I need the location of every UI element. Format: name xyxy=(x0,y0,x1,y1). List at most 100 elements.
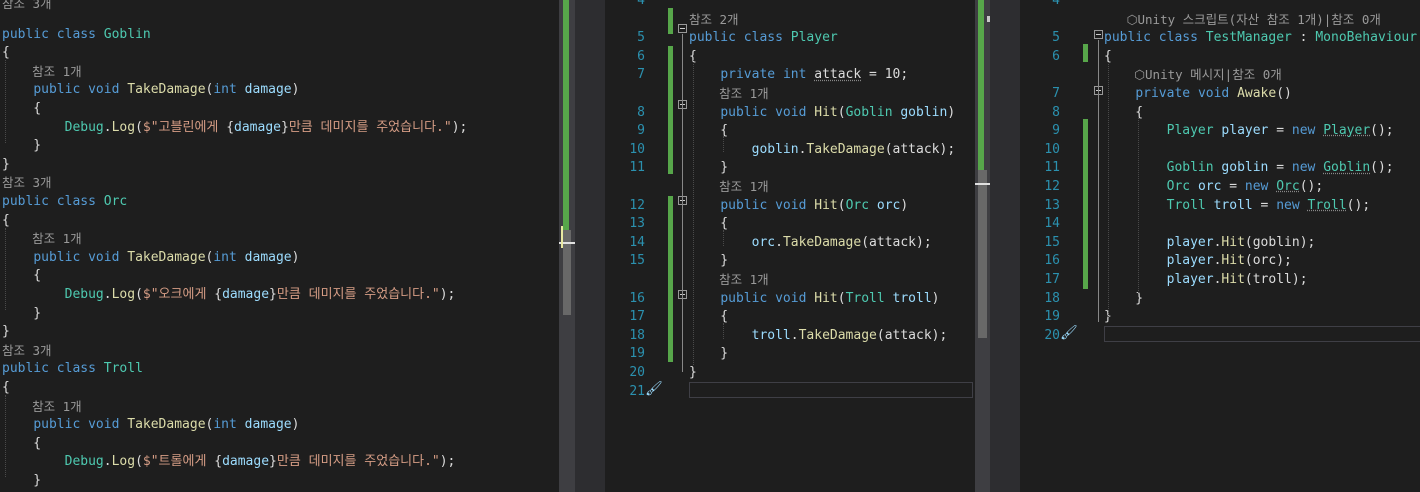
code-line[interactable]: public class Player xyxy=(689,29,838,47)
code-token: Log xyxy=(111,454,136,470)
code-line[interactable]: } xyxy=(689,364,697,382)
pane-splitter[interactable] xyxy=(990,0,1020,492)
code-token: { xyxy=(214,287,223,302)
code-token: 참조 1개 xyxy=(689,179,769,194)
code-token: public xyxy=(720,290,768,306)
code-line[interactable]: } xyxy=(2,323,10,341)
code-token: = xyxy=(1268,123,1292,139)
codelens-reference-count: 참조 1개 xyxy=(2,398,82,416)
code-line[interactable]: { xyxy=(2,267,41,285)
code-token: } xyxy=(2,324,10,340)
collapse-class-toggle[interactable] xyxy=(1094,30,1103,39)
line-number xyxy=(605,271,645,289)
code-token: { xyxy=(2,101,42,116)
code-token: Player xyxy=(790,30,838,46)
code-line[interactable]: player.Hit(orc); xyxy=(1104,252,1292,270)
code-token: (); xyxy=(1299,179,1324,194)
code-token: Hit xyxy=(814,197,838,213)
code-line[interactable]: private void Awake() xyxy=(1104,85,1292,103)
code-line[interactable]: Troll troll = new Troll(); xyxy=(1104,197,1371,215)
code-line[interactable]: } xyxy=(2,305,41,323)
code-line[interactable]: Goblin goblin = new Goblin(); xyxy=(1104,159,1394,177)
code-line[interactable]: public void Hit(Orc orc) xyxy=(689,197,908,215)
code-token: new xyxy=(1244,179,1269,194)
code-token: public xyxy=(689,30,736,46)
code-line[interactable]: Orc orc = new Orc(); xyxy=(1104,178,1324,196)
scrollbar-caret-marker xyxy=(975,183,990,185)
code-line[interactable]: player.Hit(goblin); xyxy=(1104,234,1316,252)
code-token: ( xyxy=(837,104,846,120)
vertical-scrollbar-middle[interactable] xyxy=(975,0,991,492)
vertical-scrollbar-left[interactable] xyxy=(559,0,575,492)
scrollbar-find-marker xyxy=(561,226,563,248)
code-token: TakeDamage xyxy=(127,249,206,265)
code-line[interactable]: { xyxy=(2,435,41,453)
code-line[interactable]: orc.TakeDamage(attack); xyxy=(689,234,932,252)
code-line[interactable]: goblin.TakeDamage(attack); xyxy=(689,141,956,159)
editor-pane-left[interactable]: 참조 3개 public class Goblin{ 참조 1개 public v… xyxy=(0,0,558,492)
line-number: 5 xyxy=(1052,30,1060,46)
line-number xyxy=(1020,66,1060,84)
code-token: { xyxy=(2,380,10,395)
code-line[interactable]: player.Hit(troll); xyxy=(1104,271,1308,289)
code-token: goblin xyxy=(900,104,948,120)
code-line[interactable]: public class Troll xyxy=(2,360,143,378)
code-line[interactable]: } xyxy=(689,345,728,363)
code-token: public xyxy=(33,249,81,265)
screwdriver-brush-icon[interactable]: 🖌 xyxy=(1060,325,1078,341)
code-line[interactable]: } xyxy=(2,137,41,155)
codelens-reference-count: 참조 1개 xyxy=(2,230,82,248)
scrollbar-thumb[interactable] xyxy=(978,170,987,338)
editor-pane-right[interactable]: 4 ⬡Unity 스크립트(자산 참조 1개)|참조 0개 5 public cla… xyxy=(1020,0,1420,492)
line-number: 11 xyxy=(629,160,645,176)
code-token: attack xyxy=(814,67,862,83)
code-line[interactable]: Player player = new Player(); xyxy=(1104,122,1394,140)
code-token: = xyxy=(1268,160,1292,176)
code-token: { xyxy=(2,45,10,61)
code-line[interactable]: public void Hit(Troll troll) xyxy=(689,290,939,308)
code-token: Goblin xyxy=(1323,160,1371,176)
code-token: ); xyxy=(451,119,468,135)
code-line[interactable]: troll.TakeDamage(attack); xyxy=(689,327,948,345)
code-token: damage xyxy=(222,454,270,470)
code-line[interactable]: public class Orc xyxy=(2,193,127,211)
code-token: Hit xyxy=(1221,253,1245,269)
code-token: Log xyxy=(111,287,136,302)
code-line[interactable]: public class Goblin xyxy=(2,26,151,44)
code-line[interactable]: public void Hit(Goblin goblin) xyxy=(689,104,955,122)
code-line[interactable]: { xyxy=(2,100,41,118)
code-token: Log xyxy=(111,119,136,135)
code-line[interactable]: Debug.Log($"트롤에게 {damage}만큼 데미지를 주었습니다."… xyxy=(2,453,456,471)
code-token: damage xyxy=(244,249,292,265)
code-token: (attack); xyxy=(861,234,932,250)
code-line[interactable]: public class TestManager : MonoBehaviour xyxy=(1104,29,1417,47)
code-line[interactable]: public void TakeDamage(int damage) xyxy=(2,416,299,434)
code-line[interactable]: } xyxy=(2,156,10,174)
code-line[interactable]: } xyxy=(689,159,728,177)
code-token: 참조 1개 xyxy=(2,63,82,79)
code-token: void xyxy=(1197,86,1230,101)
code-token: (orc); xyxy=(1244,253,1292,269)
editor-pane-middle[interactable]: 4 참조 2개 5 public class Player 6 {7 private in… xyxy=(605,0,975,492)
code-line[interactable]: Debug.Log($"오크에게 {damage}만큼 데미지를 주었습니다."… xyxy=(2,286,456,304)
code-line[interactable]: public void TakeDamage(int damage) xyxy=(2,249,299,267)
code-token: Hit xyxy=(1221,234,1245,250)
code-token: Orc xyxy=(845,197,870,213)
screwdriver-brush-icon[interactable]: 🖌 xyxy=(645,381,663,397)
code-token: public xyxy=(33,82,81,98)
code-line[interactable]: private int attack = 10; xyxy=(689,66,908,84)
line-number xyxy=(605,85,645,103)
code-line[interactable]: public void TakeDamage(int damage) xyxy=(2,81,299,99)
collapse-class-toggle[interactable] xyxy=(678,24,687,33)
line-number: 17 xyxy=(1044,272,1060,287)
code-line[interactable]: } xyxy=(689,252,728,270)
pane-splitter[interactable] xyxy=(575,0,605,492)
code-line[interactable]: Debug.Log($"고블린에게 {damage}만큼 데미지를 주었습니다.… xyxy=(2,119,468,137)
code-line[interactable]: } xyxy=(2,472,41,490)
code-token: . xyxy=(103,119,112,135)
